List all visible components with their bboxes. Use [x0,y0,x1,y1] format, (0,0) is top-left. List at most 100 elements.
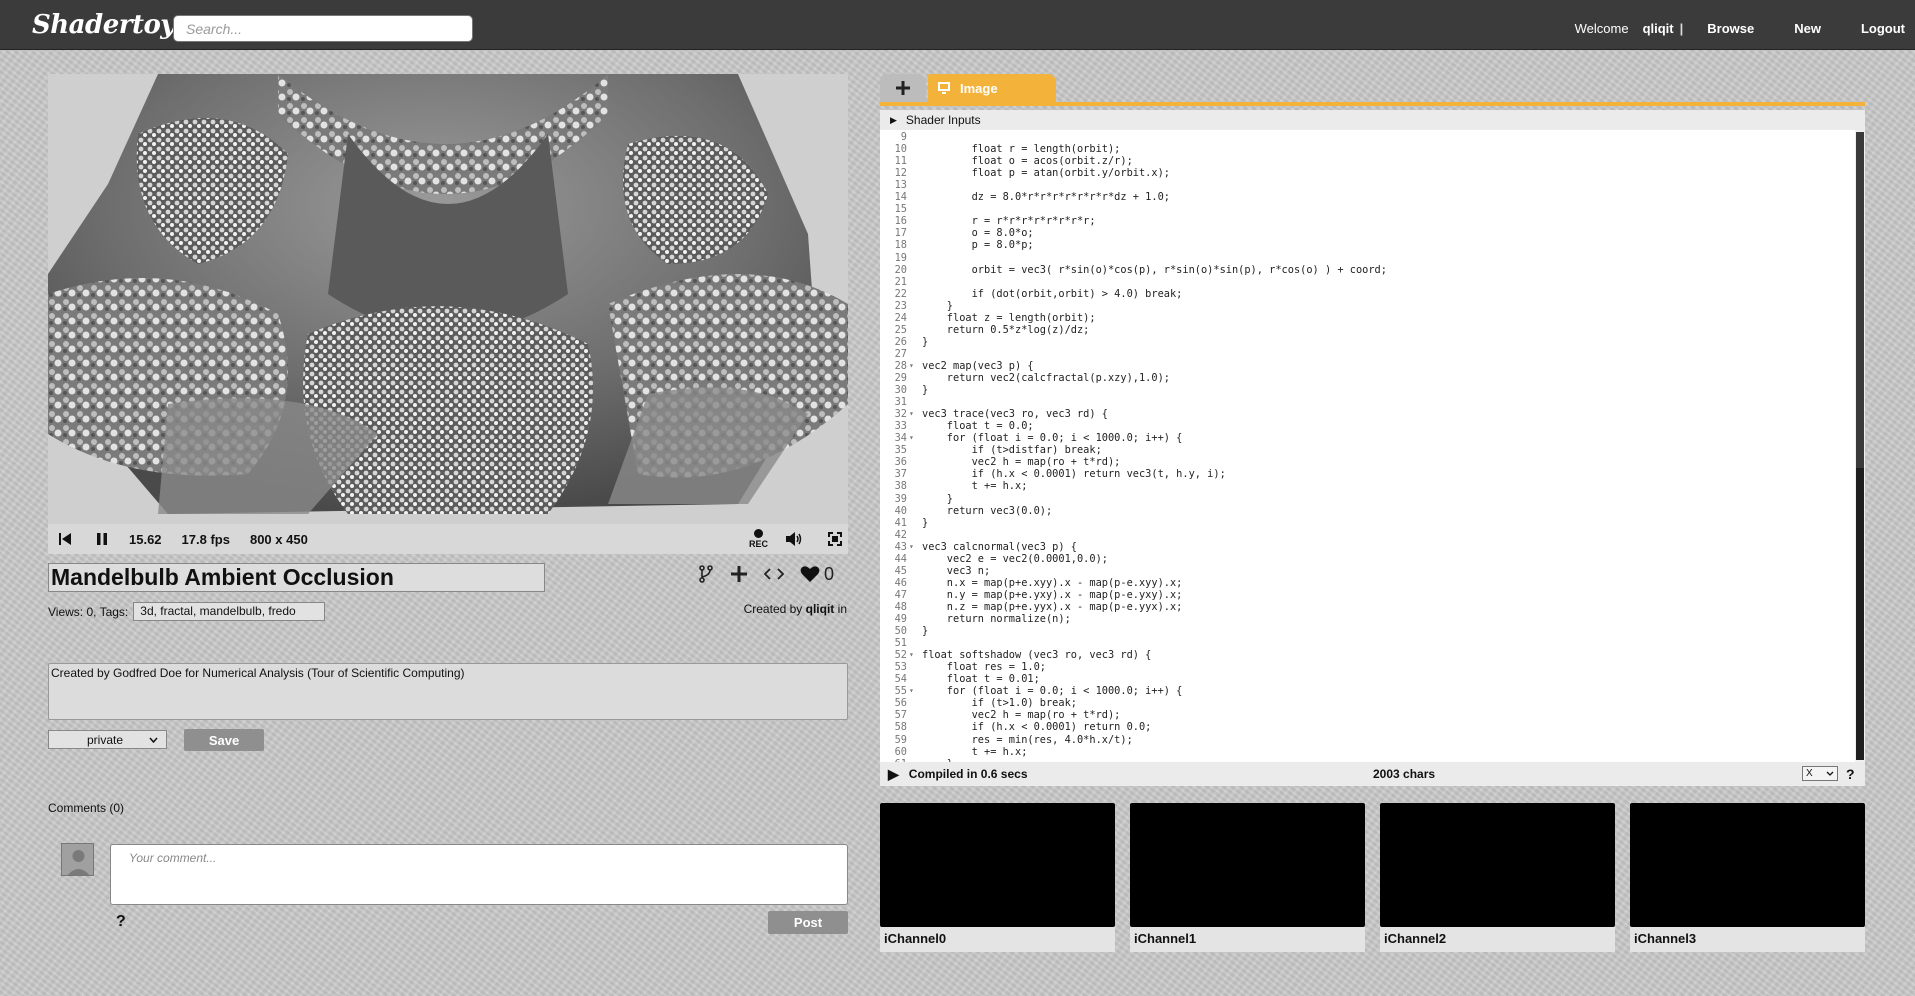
code-text: vec3 n; [922,564,991,577]
shader-viewport[interactable] [48,74,848,524]
code-line: 30} [880,384,1855,396]
shader-title-field[interactable]: Mandelbulb Ambient Occlusion [48,563,545,592]
fork-icon[interactable] [698,565,714,583]
rewind-icon[interactable] [54,533,76,545]
heart-icon [800,566,820,582]
line-number: 39 [894,492,907,505]
line-number: 58 [894,721,907,734]
line-number: 34 [894,432,907,445]
search-input[interactable] [173,15,473,42]
line-number: 10 [894,143,907,156]
channel-1[interactable]: iChannel1 [1130,803,1365,952]
fold-arrow-icon[interactable]: ▾ [909,360,914,372]
compile-play-icon[interactable]: ▶ [888,766,899,783]
channel-1-preview[interactable] [1130,803,1365,927]
line-number: 56 [894,697,907,710]
line-number: 48 [894,600,907,613]
post-button[interactable]: Post [768,911,848,934]
line-number: 42 [894,528,907,541]
channel-0-preview[interactable] [880,803,1115,927]
line-number: 30 [894,384,907,397]
code-line: 12 float p = atan(orbit.y/orbit.x); [880,167,1855,179]
record-button[interactable]: REC [749,529,768,549]
username-link[interactable]: qliqit [1643,21,1674,36]
code-text: if (h.x < 0.0001) return 0.0; [922,721,1152,734]
add-tab-button[interactable] [880,74,926,102]
editor-help-link[interactable]: ? [1846,766,1855,782]
tab-image[interactable]: Image [928,74,1056,102]
channel-2-preview[interactable] [1380,803,1615,927]
visibility-select[interactable]: private [48,730,167,749]
code-editor[interactable]: 9 10 float r = length(orbit); 11 float o =… [880,130,1865,762]
code-line: 21 [880,276,1855,288]
player-controls: 15.62 17.8 fps 800 x 450 REC [48,524,848,554]
line-number: 16 [894,215,907,228]
channel-3-preview[interactable] [1630,803,1865,927]
shadertoy-logo[interactable]: Shadertoy [32,10,175,40]
channel-3[interactable]: iChannel3 [1630,803,1865,952]
like-button[interactable]: 0 [800,564,834,585]
code-line: 26} [880,336,1855,348]
description-field[interactable]: Created by Godfred Doe for Numerical Ana… [48,663,848,720]
fold-arrow-icon[interactable]: ▾ [909,432,914,444]
time-readout: 15.62 [129,531,162,547]
code-line: 18 p = 8.0*p; [880,239,1855,251]
pause-icon[interactable] [91,533,113,545]
code-line: 58 if (h.x < 0.0001) return 0.0; [880,721,1855,733]
author-link[interactable]: qliqit [806,602,835,616]
code-text: float z = length(orbit); [922,311,1096,324]
line-number: 40 [894,504,907,517]
fold-arrow-icon[interactable]: ▾ [909,649,914,661]
fold-arrow-icon[interactable]: ▾ [909,408,914,420]
font-size-select[interactable]: X [1802,766,1838,781]
code-text: dz = 8.0*r*r*r*r*r*r*r*dz + 1.0; [922,191,1170,204]
comment-help-link[interactable]: ? [116,913,126,931]
code-line: 50} [880,625,1855,637]
line-number: 53 [894,661,907,674]
code-text: t += h.x; [922,745,1028,758]
code-text: if (h.x < 0.0001) return vec3(t, h.y, i)… [922,468,1226,481]
chevron-down-icon [149,737,158,743]
code-line: 59 res = min(res, 4.0*h.x/t); [880,734,1855,746]
channel-0[interactable]: iChannel0 [880,803,1115,952]
created-by: Created by qliqit in [744,602,847,616]
scrollbar-track-lower [1856,468,1864,760]
save-button[interactable]: Save [184,729,264,751]
new-link[interactable]: New [1794,21,1821,36]
code-line: 33 float t = 0.0; [880,420,1855,432]
code-text: return normalize(n); [922,613,1071,625]
compile-status: Compiled in 0.6 secs [908,767,1028,781]
code-text: return 0.5*z*log(z)/dz; [922,323,1090,336]
code-line: 52 ▾ float softshadow (vec3 ro, vec3 rd) { [880,649,1855,661]
line-number: 29 [894,372,907,384]
visibility-value: private [87,732,124,747]
tags-input[interactable]: 3d, fractal, mandelbulb, fredo [133,602,326,621]
volume-icon[interactable] [786,531,804,547]
fold-arrow-icon[interactable]: ▾ [909,541,914,553]
fold-arrow-icon[interactable]: ▾ [909,685,914,697]
code-icon[interactable] [764,566,784,582]
user-silhouette-icon [62,844,93,875]
channel-inputs: iChannel0 iChannel1 iChannel2 iChannel3 [880,803,1865,953]
editor-scrollbar[interactable] [1855,130,1865,762]
line-number: 19 [894,251,907,264]
line-number: 24 [894,311,907,324]
code-line: 10 float r = length(orbit); [880,143,1855,155]
scrollbar-thumb[interactable] [1856,132,1864,468]
editor-status-bar: ▶ Compiled in 0.6 secs 2003 chars X ? [880,762,1865,786]
user-nav: Welcome qliqit | Browse New Logout [1575,21,1905,36]
shader-inputs-toggle[interactable]: ▶ Shader Inputs [880,110,1865,130]
font-size-value: X [1806,768,1813,779]
code-line: 22 if (dot(orbit,orbit) > 4.0) break; [880,288,1855,300]
fullscreen-icon[interactable] [828,532,842,546]
logout-link[interactable]: Logout [1861,21,1905,36]
tab-image-label: Image [960,80,998,96]
views-tags-row: Views: 0, Tags: 3d, fractal, mandelbulb,… [48,602,326,621]
browse-link[interactable]: Browse [1707,21,1754,36]
add-icon[interactable] [730,565,748,583]
code-line: 36 vec2 h = map(ro + t*rd); [880,456,1855,468]
comment-input[interactable]: Your comment... [110,844,848,905]
channel-2[interactable]: iChannel2 [1380,803,1615,952]
line-number: 28 [894,359,907,372]
code-text: if (t>distfar) break; [922,444,1102,457]
